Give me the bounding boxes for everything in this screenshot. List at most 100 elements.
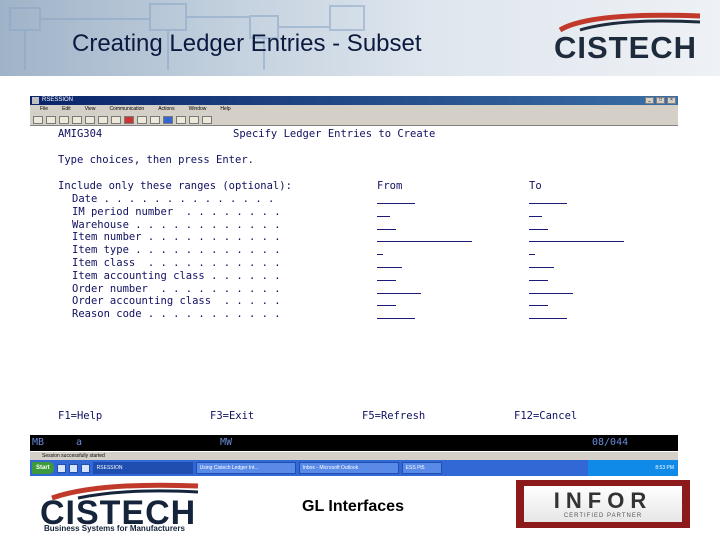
system-tray-clock: 8:53 PM	[588, 460, 678, 476]
range-label: Date . . . . . . . . . . . . . .	[72, 193, 275, 205]
cistech-logo: CISTECH	[550, 10, 706, 68]
range-label: Item number . . . . . . . . . . .	[72, 231, 281, 244]
display-icon[interactable]	[98, 116, 108, 124]
disconnect-icon[interactable]	[176, 116, 186, 124]
cistech-wordmark: CISTECH	[554, 30, 698, 65]
range-from-input[interactable]	[377, 296, 396, 307]
infor-wordmark: INFOR	[553, 488, 653, 513]
ranges-label: Include only these ranges (optional):	[58, 180, 292, 192]
minimize-icon[interactable]: _	[645, 97, 654, 104]
copy-icon[interactable]	[46, 116, 56, 124]
toolbar	[30, 114, 678, 126]
fkey-exit[interactable]: F3=Exit	[210, 410, 254, 422]
menubar: File Edit View Communication Actions Win…	[30, 105, 678, 114]
oia-mode: a	[76, 437, 83, 448]
receive-icon[interactable]	[85, 116, 95, 124]
menu-edit[interactable]: Edit	[62, 105, 71, 114]
range-from-input[interactable]	[377, 220, 396, 230]
range-to-input[interactable]	[529, 296, 548, 307]
help-icon[interactable]	[202, 116, 212, 124]
range-from-input[interactable]	[377, 194, 415, 204]
keyboard-icon[interactable]	[189, 116, 199, 124]
slide-header: Creating Ledger Entries - Subset CISTECH	[0, 0, 720, 76]
maximize-icon[interactable]: □	[656, 97, 665, 104]
task-powerpoint[interactable]: Using Cistech Ledger Int...	[195, 462, 296, 474]
cistech-tagline: Business Systems for Manufacturers	[44, 524, 185, 533]
range-to-input[interactable]	[529, 258, 555, 268]
ie-icon[interactable]	[56, 463, 66, 473]
range-to-input[interactable]	[529, 232, 624, 243]
send-icon[interactable]	[72, 116, 82, 124]
menu-help[interactable]: Help	[220, 105, 230, 114]
slide-title: Creating Ledger Entries - Subset	[72, 30, 422, 57]
emulator-window: RSESSION _ □ × File Edit View Communicat…	[30, 96, 678, 476]
range-from-input[interactable]	[377, 271, 396, 281]
infor-logo: INFOR CERTIFIED PARTNER	[516, 480, 690, 528]
range-label: Item class . . . . . . . . . . .	[72, 257, 281, 269]
range-to-input[interactable]	[529, 245, 536, 256]
range-label: Reason code . . . . . . . . . . .	[72, 308, 281, 321]
play-icon[interactable]	[137, 116, 147, 124]
menu-communication[interactable]: Communication	[109, 105, 144, 114]
menu-window[interactable]: Window	[189, 105, 207, 114]
window-controls: _ □ ×	[645, 97, 676, 104]
fkey-refresh[interactable]: F5=Refresh	[362, 410, 425, 422]
program-id: AMIG304	[58, 128, 103, 140]
fkey-help[interactable]: F1=Help	[58, 410, 102, 422]
paste-icon[interactable]	[59, 116, 69, 124]
task-rsession[interactable]: RSESSION	[92, 462, 193, 474]
range-label: Item type . . . . . . . . . . . .	[72, 244, 281, 257]
close-icon[interactable]: ×	[667, 97, 676, 104]
window-titlebar[interactable]: RSESSION _ □ ×	[30, 96, 678, 105]
fkey-cancel[interactable]: F12=Cancel	[514, 410, 577, 422]
windows-taskbar: Start RSESSION Using Cistech Ledger Int.…	[30, 460, 678, 476]
color-icon[interactable]	[111, 116, 121, 124]
oia-mw: MW	[220, 437, 233, 448]
window-title: RSESSION	[42, 97, 74, 103]
range-label: Warehouse . . . . . . . . . . . .	[72, 218, 281, 231]
range-label: IM period number . . . . . . . .	[72, 205, 281, 218]
range-from-input[interactable]	[377, 309, 415, 320]
range-to-input[interactable]	[529, 194, 567, 204]
status-bar: Session successfully started	[30, 451, 678, 460]
range-from-input[interactable]	[377, 207, 390, 217]
connect-icon[interactable]	[163, 116, 173, 124]
start-button[interactable]: Start	[32, 462, 54, 474]
range-label: Item accounting class . . . . . .	[72, 269, 281, 282]
range-from-input[interactable]	[377, 258, 403, 268]
macro-icon[interactable]	[150, 116, 160, 124]
menu-view[interactable]: View	[85, 105, 96, 114]
outlook-icon[interactable]	[68, 463, 78, 473]
menu-file[interactable]: File	[40, 105, 48, 114]
terminal-screen: AMIG304 Specify Ledger Entries to Create…	[30, 126, 678, 435]
infor-certified: CERTIFIED PARTNER	[563, 513, 643, 519]
menu-actions[interactable]: Actions	[158, 105, 174, 114]
desktop-icon[interactable]	[80, 463, 90, 473]
range-to-input[interactable]	[529, 309, 567, 320]
record-icon[interactable]	[124, 116, 134, 124]
range-to-input[interactable]	[529, 271, 548, 281]
screen-heading: Specify Ledger Entries to Create	[233, 128, 436, 140]
range-to-input[interactable]	[529, 284, 574, 294]
operator-info-area: MB a MW 08/044	[30, 435, 678, 451]
app-icon	[32, 97, 39, 104]
oia-indicator: MB	[32, 437, 45, 448]
range-from-input[interactable]	[377, 232, 472, 243]
cistech-footer-logo: CISTECH Business Systems for Manufacture…	[38, 482, 208, 534]
task-outlook[interactable]: Inbox - Microsoft Outlook	[298, 462, 399, 474]
footer-caption: GL Interfaces	[302, 498, 404, 515]
print-icon[interactable]	[33, 116, 43, 124]
cursor-position: 08/044	[592, 437, 629, 448]
task-ess[interactable]: ESS Pt5	[401, 462, 442, 474]
instruction-text: Type choices, then press Enter.	[58, 154, 254, 166]
range-to-input[interactable]	[529, 207, 542, 217]
range-label: Order accounting class . . . . .	[72, 295, 281, 308]
range-label: Order number . . . . . . . . . .	[72, 282, 281, 295]
infor-badge: INFOR CERTIFIED PARTNER	[524, 486, 682, 522]
range-from-input[interactable]	[377, 284, 422, 294]
range-to-input[interactable]	[529, 220, 548, 230]
range-from-input[interactable]	[377, 245, 384, 256]
column-from: From	[377, 180, 403, 192]
column-to: To	[529, 180, 542, 192]
cistech-swoosh-icon	[558, 12, 701, 32]
